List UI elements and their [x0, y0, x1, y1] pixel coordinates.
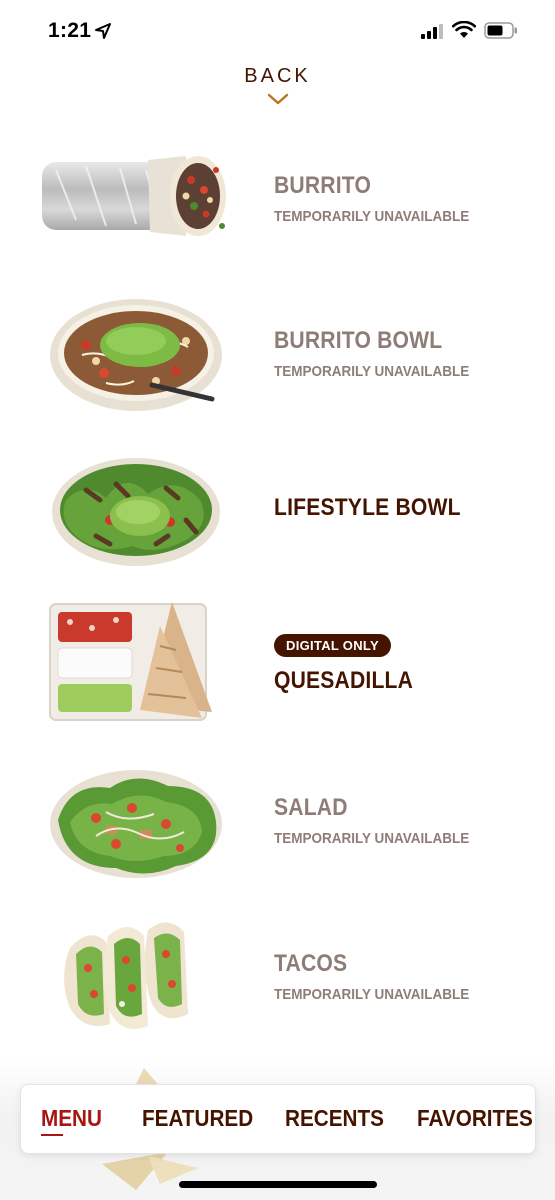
digital-only-badge: DIGITAL ONLY [274, 634, 391, 657]
menu-item-text: LIFESTYLE BOWL [274, 494, 486, 522]
item-name: LIFESTYLE BOWL [274, 494, 461, 521]
tab-favorites[interactable]: FAVORITES [417, 1105, 533, 1132]
status-bar: 1:21 [0, 0, 555, 60]
menu-item-text: DIGITAL ONLY QUESADILLA [274, 634, 432, 695]
item-name: BURRITO BOWL [274, 327, 443, 354]
burrito-image [42, 156, 226, 236]
item-name: QUESADILLA [274, 667, 414, 694]
salad-image [50, 770, 222, 878]
menu-item-text: BURRITO BOWL TEMPORARILY UNAVAILABLE [274, 327, 491, 380]
item-name: SALAD [274, 794, 348, 821]
location-arrow-icon [95, 23, 111, 39]
menu-item-text: SALAD TEMPORARILY UNAVAILABLE [274, 794, 491, 847]
item-status: TEMPORARILY UNAVAILABLE [274, 363, 470, 380]
tacos-image [64, 922, 188, 1029]
back-button[interactable]: BACK [0, 62, 555, 112]
battery-icon [484, 22, 517, 39]
quesadilla-image [49, 602, 212, 721]
menu-item-salad[interactable]: SALAD TEMPORARILY UNAVAILABLE [0, 752, 555, 892]
back-label: BACK [244, 65, 311, 87]
menu-item-burrito[interactable]: BURRITO TEMPORARILY UNAVAILABLE [0, 130, 555, 270]
tab-menu[interactable]: MENU [41, 1105, 102, 1132]
menu-item-text: BURRITO TEMPORARILY UNAVAILABLE [274, 172, 491, 225]
menu-item-text: TACOS TEMPORARILY UNAVAILABLE [274, 950, 491, 1003]
item-status: TEMPORARILY UNAVAILABLE [274, 986, 470, 1003]
item-status: TEMPORARILY UNAVAILABLE [274, 830, 470, 847]
menu-item-lifestyle-bowl[interactable]: LIFESTYLE BOWL [0, 440, 555, 580]
menu-item-quesadilla[interactable]: DIGITAL ONLY QUESADILLA [0, 598, 555, 738]
tab-featured[interactable]: FEATURED [142, 1105, 253, 1132]
lifestyle-bowl-image [52, 458, 220, 566]
status-time: 1:21 [48, 19, 92, 42]
tab-recents[interactable]: RECENTS [285, 1105, 384, 1132]
item-name: BURRITO [274, 172, 372, 199]
chevron-down-icon [267, 93, 288, 105]
menu-item-burrito-bowl[interactable]: BURRITO BOWL TEMPORARILY UNAVAILABLE [0, 285, 555, 425]
bottom-nav: MENU FEATURED RECENTS FAVORITES [20, 1084, 536, 1154]
wifi-icon [452, 21, 476, 38]
cellular-signal-icon [421, 24, 443, 39]
item-status: TEMPORARILY UNAVAILABLE [274, 208, 470, 225]
menu-item-tacos[interactable]: TACOS TEMPORARILY UNAVAILABLE [0, 908, 555, 1048]
active-tab-underline [41, 1134, 63, 1136]
burrito-bowl-image [50, 299, 222, 411]
item-name: TACOS [274, 950, 348, 977]
home-indicator[interactable] [179, 1181, 377, 1188]
